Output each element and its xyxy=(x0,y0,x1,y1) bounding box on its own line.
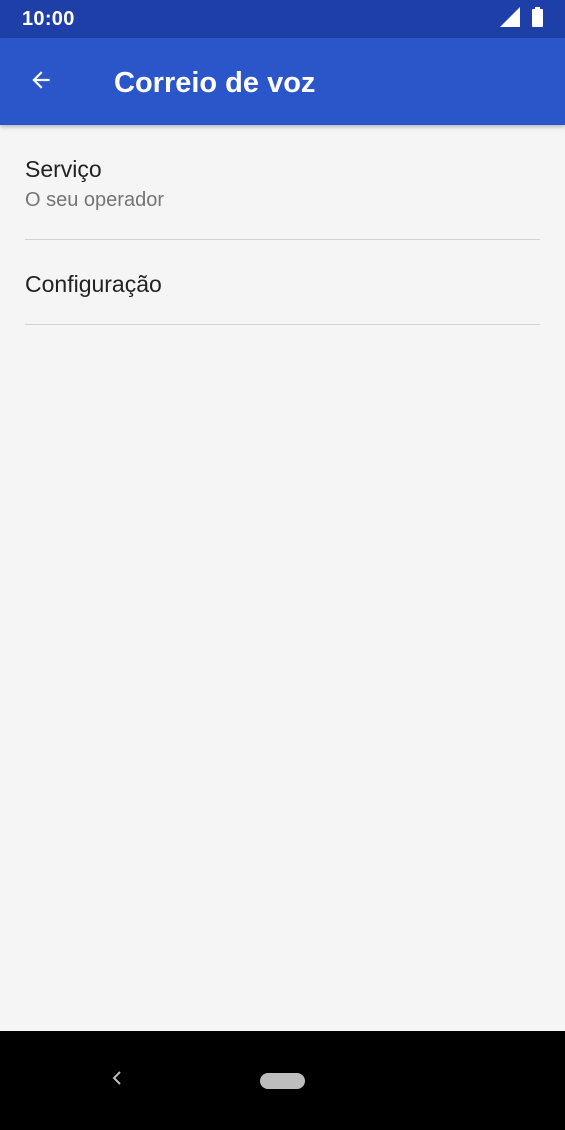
app-bar: Correio de voz xyxy=(0,38,565,125)
preference-summary: O seu operador xyxy=(25,189,164,211)
preference-title: Configuração xyxy=(25,271,162,297)
navigation-bar xyxy=(0,1031,565,1130)
chevron-left-icon xyxy=(110,1069,124,1092)
preference-configuration[interactable]: Configuração xyxy=(25,240,540,325)
preference-service[interactable]: Serviço O seu operador xyxy=(25,125,540,240)
status-icons xyxy=(500,6,543,32)
status-time: 10:00 xyxy=(22,8,75,30)
voicemail-settings-screen: 10:00 Correio de voz Serviço O seu opera… xyxy=(0,0,565,1130)
preference-title: Serviço xyxy=(25,156,102,182)
nav-back-button[interactable] xyxy=(104,1067,130,1093)
page-title: Correio de voz xyxy=(114,67,316,99)
arrow-back-icon xyxy=(28,67,54,98)
back-button[interactable] xyxy=(17,58,65,106)
battery-icon xyxy=(532,6,543,32)
signal-icon xyxy=(500,6,520,32)
home-pill-button[interactable] xyxy=(260,1073,305,1089)
status-bar: 10:00 xyxy=(0,0,565,38)
preference-list: Serviço O seu operador Configuração xyxy=(0,125,565,325)
